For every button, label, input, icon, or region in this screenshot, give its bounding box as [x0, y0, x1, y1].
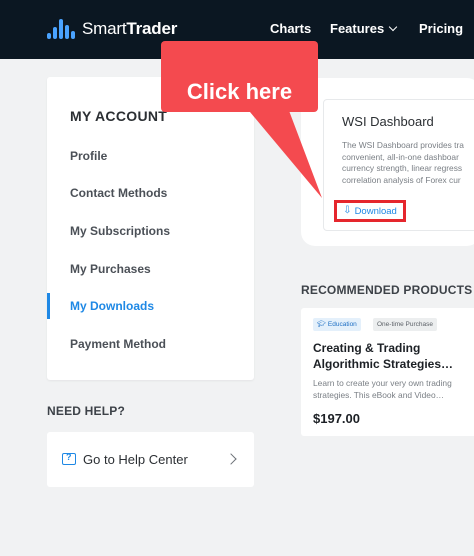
help-center-label: Go to Help Center — [83, 452, 188, 467]
one-time-purchase-tag: One-time Purchase — [373, 318, 437, 331]
recommended-products-heading: RECOMMENDED PRODUCTS — [301, 283, 473, 297]
nav-charts[interactable]: Charts — [270, 21, 311, 36]
menu-item-my-purchases[interactable]: My Purchases — [70, 262, 151, 276]
nav-features[interactable]: Features — [330, 21, 398, 36]
chevron-right-icon — [225, 453, 237, 465]
product-price: $197.00 — [313, 411, 360, 426]
nav-features-label: Features — [330, 21, 385, 36]
logo-bars-icon — [47, 16, 77, 42]
download-label: Download — [354, 205, 397, 217]
chevron-down-icon — [388, 22, 398, 32]
account-title: MY ACCOUNT — [70, 108, 168, 124]
menu-item-contact-methods[interactable]: Contact Methods — [70, 186, 167, 200]
help-chat-icon — [62, 452, 76, 465]
active-indicator — [47, 293, 50, 319]
menu-item-my-subscriptions[interactable]: My Subscriptions — [70, 224, 170, 238]
download-button[interactable]: ⇩ Download — [334, 200, 406, 222]
nav-pricing[interactable]: Pricing — [419, 21, 463, 36]
wsi-description: The WSI Dashboard provides tra convenien… — [342, 140, 464, 185]
need-help-heading: NEED HELP? — [47, 404, 126, 418]
product-description: Learn to create your very own trading st… — [313, 378, 452, 400]
logo-text: SmartTrader — [82, 19, 178, 38]
education-tag: 🎓︎ Education — [313, 318, 361, 331]
menu-item-payment-method[interactable]: Payment Method — [70, 337, 166, 351]
account-menu-card: MY ACCOUNT Profile Contact Methods My Su… — [47, 77, 254, 380]
product-title[interactable]: Creating & Trading Algorithmic Strategie… — [313, 340, 474, 372]
help-center-link[interactable]: Go to Help Center — [47, 432, 254, 487]
menu-item-my-downloads[interactable]: My Downloads — [70, 299, 154, 313]
product-card[interactable]: 🎓︎ Education One-time Purchase Creating &… — [301, 308, 474, 436]
smarttrader-logo[interactable]: SmartTrader — [47, 16, 177, 42]
graduation-cap-icon: 🎓︎ — [317, 321, 326, 328]
click-here-callout: Click here — [161, 41, 318, 112]
menu-item-profile[interactable]: Profile — [70, 149, 107, 163]
wsi-title: WSI Dashboard — [342, 114, 434, 129]
callout-text: Click here — [186, 79, 293, 104]
cloud-download-icon: ⇩ — [343, 205, 352, 216]
